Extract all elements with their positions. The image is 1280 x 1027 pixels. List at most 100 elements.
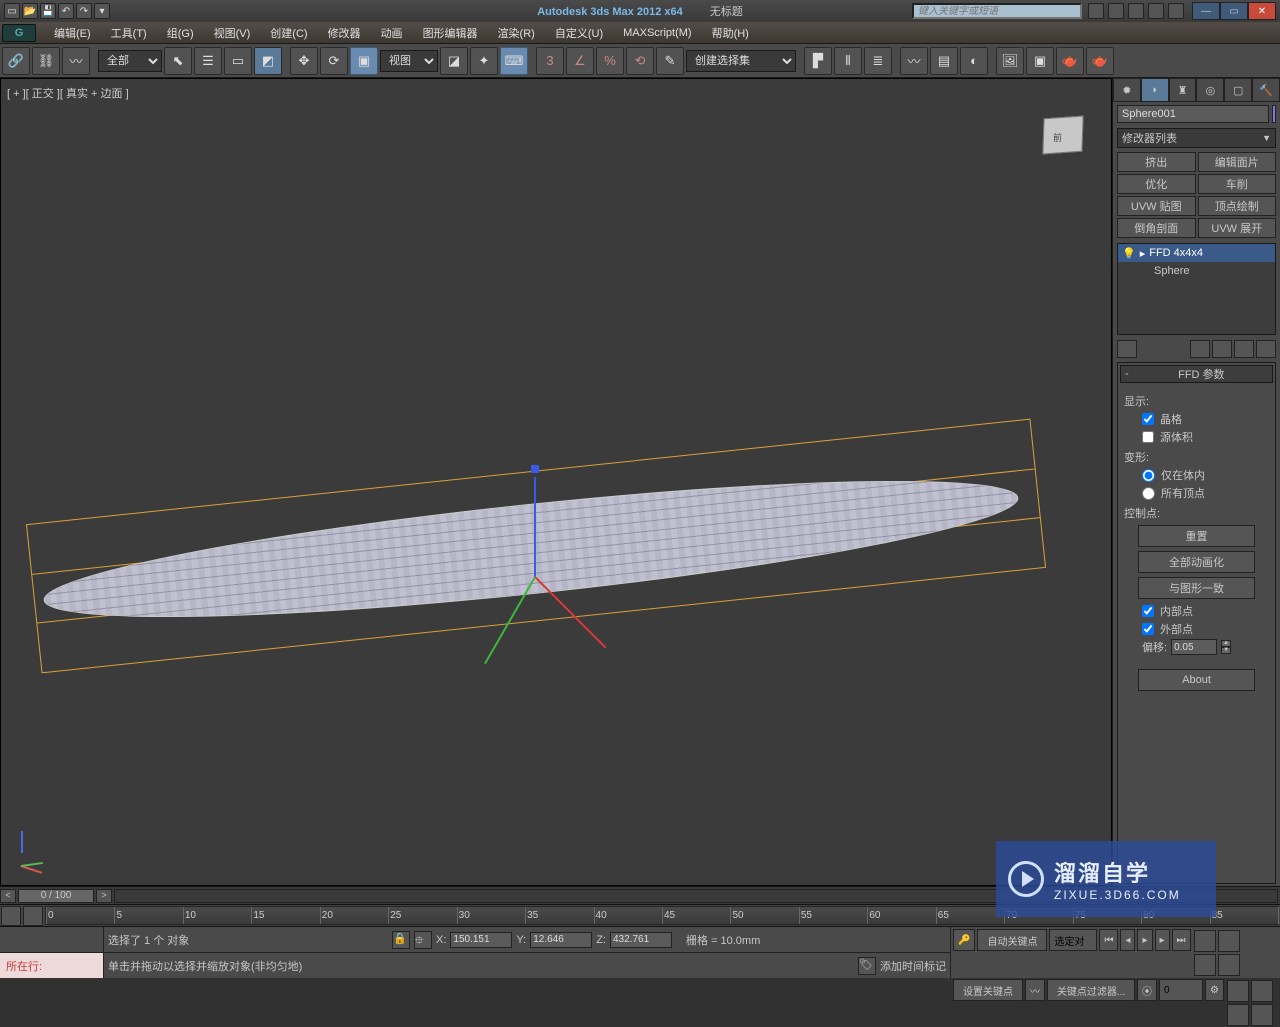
favorite-icon[interactable]: [1148, 3, 1164, 19]
menu-modifiers[interactable]: 修改器: [318, 23, 371, 43]
object-name-input[interactable]: [1117, 105, 1269, 123]
selection-filter-combo[interactable]: 全部: [98, 50, 162, 72]
menu-grapheditors[interactable]: 图形编辑器: [413, 23, 488, 43]
checkbox-outside-points[interactable]: 外部点: [1142, 621, 1269, 637]
spinner-arrows-icon[interactable]: ▲▼: [1221, 640, 1231, 654]
maximize-button[interactable]: ▭: [1220, 2, 1248, 20]
menu-customize[interactable]: 自定义(U): [545, 23, 613, 43]
qat-save-icon[interactable]: 💾: [40, 3, 56, 19]
modify-tab-icon[interactable]: ◗: [1141, 78, 1169, 102]
dashboard-icon[interactable]: [1088, 3, 1104, 19]
trackbar-toggle-icon[interactable]: [1, 906, 21, 926]
display-tab-icon[interactable]: ▢: [1224, 78, 1252, 102]
auto-key-button[interactable]: 自动关键点: [977, 929, 1047, 951]
menu-views[interactable]: 视图(V): [204, 23, 261, 43]
render-prod-icon[interactable]: 🫖: [1056, 47, 1084, 75]
angle-snap-icon[interactable]: ∠: [566, 47, 594, 75]
snap-toggle-3-icon[interactable]: 3: [536, 47, 564, 75]
render-icon[interactable]: 🫖: [1086, 47, 1114, 75]
offset-spinner[interactable]: [1171, 639, 1217, 655]
mod-btn-extrude[interactable]: 挤出: [1117, 152, 1196, 172]
menu-animation[interactable]: 动画: [371, 23, 413, 43]
add-time-tag-label[interactable]: 添加时间标记: [880, 958, 946, 974]
goto-end-icon[interactable]: ⏭: [1172, 929, 1191, 951]
modifier-list-combo[interactable]: 修改器列表▼: [1117, 128, 1276, 148]
ref-coord-combo[interactable]: 视图: [380, 50, 438, 72]
align-icon[interactable]: ⫴: [834, 47, 862, 75]
radio-only-in-volume[interactable]: 仅在体内: [1142, 467, 1269, 483]
layers-icon[interactable]: ≣: [864, 47, 892, 75]
coord-x-input[interactable]: [450, 932, 512, 948]
mod-btn-vertexpaint[interactable]: 顶点绘制: [1198, 196, 1277, 216]
exchange-icon[interactable]: [1128, 3, 1144, 19]
unlink-icon[interactable]: ⛓: [32, 47, 60, 75]
lock-selection-icon[interactable]: 🔒: [392, 931, 410, 949]
time-prev-button[interactable]: <: [0, 889, 16, 903]
prev-frame-icon[interactable]: ◂: [1120, 929, 1135, 951]
mirror-icon[interactable]: ▛: [804, 47, 832, 75]
expand-plus-icon[interactable]: ▸: [1140, 247, 1146, 260]
qat-open-icon[interactable]: 📂: [22, 3, 38, 19]
time-config-icon[interactable]: ⚙: [1205, 979, 1224, 1001]
menu-tools[interactable]: 工具(T): [101, 23, 157, 43]
mod-btn-unwrapuvw[interactable]: UVW 展开: [1198, 218, 1277, 238]
hierarchy-tab-icon[interactable]: ♜: [1169, 78, 1197, 102]
named-selection-combo[interactable]: 创建选择集: [686, 50, 796, 72]
remove-modifier-icon[interactable]: [1234, 340, 1254, 358]
bind-icon[interactable]: 〰: [62, 47, 90, 75]
center-pivot-icon[interactable]: ◪: [440, 47, 468, 75]
play-icon[interactable]: ▸: [1137, 929, 1152, 951]
next-frame-icon[interactable]: ▸: [1155, 929, 1170, 951]
rotate-icon[interactable]: ⟳: [320, 47, 348, 75]
key-mode-combo[interactable]: [1049, 929, 1097, 951]
mod-btn-uvwmap[interactable]: UVW 贴图: [1117, 196, 1196, 216]
configure-sets-icon[interactable]: [1256, 340, 1276, 358]
menu-group[interactable]: 组(G): [157, 23, 204, 43]
conform-shape-button[interactable]: 与图形一致: [1138, 577, 1255, 599]
render-frame-icon[interactable]: ▣: [1026, 47, 1054, 75]
zoom-icon[interactable]: [1194, 930, 1216, 952]
lightbulb-icon[interactable]: 💡: [1122, 247, 1136, 260]
zoom-extents-icon[interactable]: [1194, 954, 1216, 976]
checkbox-inside-points[interactable]: 内部点: [1142, 603, 1269, 619]
mod-btn-bevelprofile[interactable]: 倒角剖面: [1117, 218, 1196, 238]
render-setup-icon[interactable]: 🖼: [996, 47, 1024, 75]
make-unique-icon[interactable]: [1212, 340, 1232, 358]
maxscript-mini-listener[interactable]: [0, 927, 103, 952]
schematic-icon[interactable]: ▤: [930, 47, 958, 75]
help-search-input[interactable]: [912, 3, 1082, 19]
menu-edit[interactable]: 编辑(E): [44, 23, 101, 43]
coord-y-input[interactable]: [530, 932, 592, 948]
trackbar-key-icon[interactable]: [23, 906, 43, 926]
qat-undo-icon[interactable]: ↶: [58, 3, 74, 19]
max-viewport-icon[interactable]: [1251, 1004, 1273, 1026]
mod-btn-lathe[interactable]: 车削: [1198, 174, 1277, 194]
material-editor-icon[interactable]: ◐: [960, 47, 988, 75]
pan-icon[interactable]: [1251, 980, 1273, 1002]
radio-all-vertices[interactable]: 所有顶点: [1142, 485, 1269, 501]
key-lock-icon[interactable]: 🔑: [953, 929, 975, 951]
qat-new-icon[interactable]: ▭: [4, 3, 20, 19]
object-color-swatch[interactable]: [1272, 105, 1276, 123]
stack-item-ffd[interactable]: 💡 ▸ FFD 4x4x4: [1118, 244, 1275, 262]
reset-button[interactable]: 重置: [1138, 525, 1255, 547]
time-slider-handle[interactable]: 0 / 100: [18, 889, 94, 903]
mod-btn-editpatch[interactable]: 编辑面片: [1198, 152, 1277, 172]
menu-create[interactable]: 创建(C): [260, 23, 317, 43]
animate-all-button[interactable]: 全部动画化: [1138, 551, 1255, 573]
checkbox-lattice[interactable]: 晶格: [1142, 411, 1269, 427]
utilities-tab-icon[interactable]: 🔨: [1252, 78, 1280, 102]
curve-editor-icon[interactable]: 〰: [900, 47, 928, 75]
key-filters-curve-icon[interactable]: 〰: [1025, 979, 1045, 1001]
select-region-rect-icon[interactable]: ▭: [224, 47, 252, 75]
move-icon[interactable]: ✥: [290, 47, 318, 75]
viewport-label[interactable]: [ + ][ 正交 ][ 真实 + 边面 ]: [7, 85, 129, 101]
transform-gizmo[interactable]: [526, 465, 606, 585]
qat-redo-icon[interactable]: ↷: [76, 3, 92, 19]
set-key-button[interactable]: 设置关键点: [953, 979, 1023, 1001]
stack-item-sphere[interactable]: Sphere: [1118, 262, 1275, 280]
pin-stack-icon[interactable]: [1117, 340, 1137, 358]
qat-more-icon[interactable]: ▾: [94, 3, 110, 19]
window-crossing-icon[interactable]: ◩: [254, 47, 282, 75]
current-frame-input[interactable]: [1159, 979, 1203, 1001]
